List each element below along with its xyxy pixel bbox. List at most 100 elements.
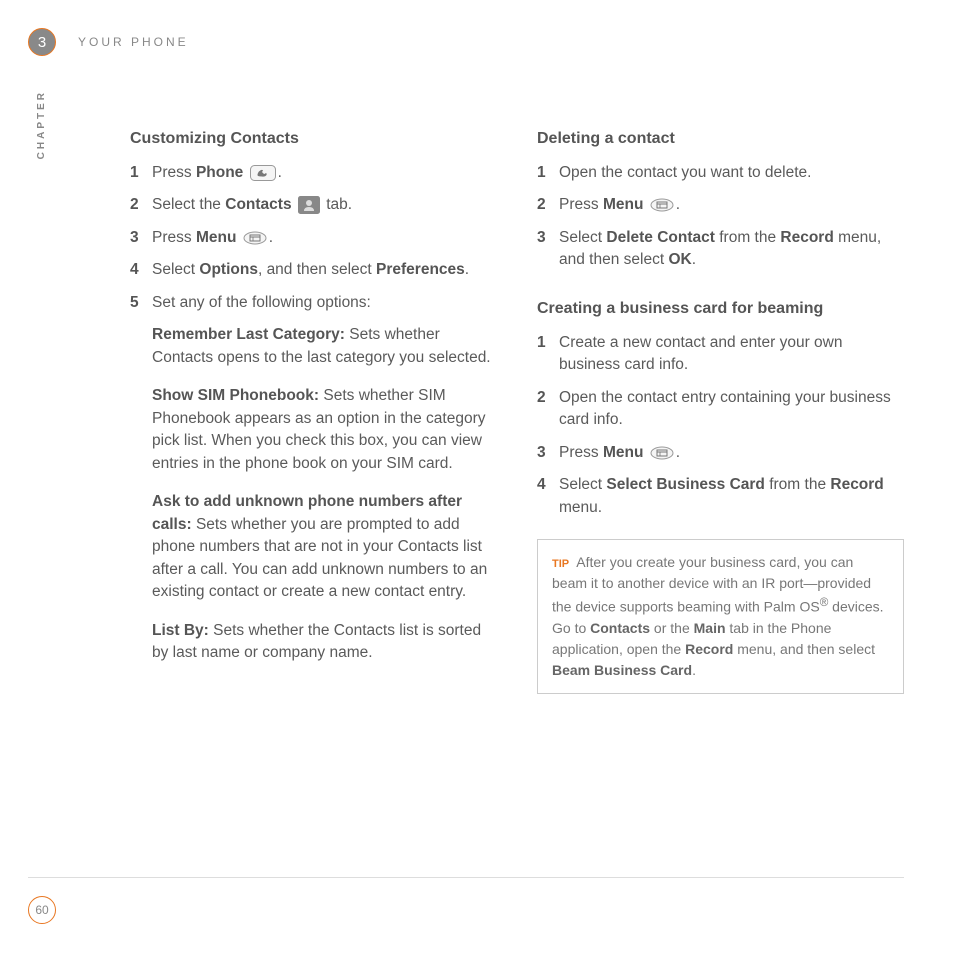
step-number: 3 — [130, 227, 152, 249]
step-number: 2 — [537, 194, 559, 216]
beam-step-3: 3 Press Menu . — [537, 442, 904, 464]
registered-mark: ® — [820, 596, 829, 609]
beam-step-4: 4 Select Select Business Card from the R… — [537, 474, 904, 519]
text: menu. — [559, 499, 602, 516]
tip-text: or the — [650, 620, 694, 636]
step-3: 3 Press Menu . — [130, 227, 497, 249]
heading-deleting-contact: Deleting a contact — [537, 130, 904, 148]
menu-button-icon — [650, 198, 674, 212]
bold-text: Phone — [196, 164, 243, 181]
step-number: 2 — [130, 194, 152, 216]
step-text: Select the Contacts tab. — [152, 194, 497, 216]
bold-text: Main — [694, 620, 726, 636]
bold-text: Beam Business Card — [552, 662, 692, 678]
option-text: Sets whether you are prompted to add pho… — [152, 516, 487, 600]
text: , and then select — [258, 261, 376, 278]
option-list-by: List By: Sets whether the Contacts list … — [152, 620, 497, 665]
tip-text: menu, and then select — [733, 641, 875, 657]
step-number: 5 — [130, 292, 152, 314]
option-ask-unknown-numbers: Ask to add unknown phone numbers after c… — [152, 491, 497, 603]
step-5: 5 Set any of the following options: — [130, 292, 497, 314]
step-text: Press Menu . — [559, 194, 904, 216]
step-text: Set any of the following options: — [152, 292, 497, 314]
step-number: 2 — [537, 387, 559, 432]
text: . — [278, 164, 282, 181]
text: tab. — [326, 196, 352, 213]
text: Select — [152, 261, 199, 278]
text: Press — [152, 164, 196, 181]
beam-step-1: 1 Create a new contact and enter your ow… — [537, 332, 904, 377]
step-4: 4 Select Options, and then select Prefer… — [130, 259, 497, 281]
contacts-tab-icon — [298, 196, 320, 214]
text: Select — [559, 229, 606, 246]
bold-text: Record — [830, 476, 883, 493]
left-column: Customizing Contacts 1 Press Phone . 2 S… — [130, 130, 497, 694]
step-text: Select Select Business Card from the Rec… — [559, 474, 904, 519]
text — [243, 164, 247, 181]
tip-text: . — [692, 662, 696, 678]
text: . — [269, 229, 273, 246]
heading-customizing-contacts: Customizing Contacts — [130, 130, 497, 148]
option-remember-last-category: Remember Last Category: Sets whether Con… — [152, 324, 497, 369]
step-text: Select Options, and then select Preferen… — [152, 259, 497, 281]
bold-text: Contacts — [590, 620, 650, 636]
text: Select the — [152, 196, 225, 213]
beam-step-2: 2 Open the contact entry containing your… — [537, 387, 904, 432]
option-label: List By: — [152, 622, 209, 639]
text: . — [692, 251, 696, 268]
step-text: Open the contact entry containing your b… — [559, 387, 904, 432]
chapter-vertical-label: CHAPTER — [36, 90, 47, 159]
text: from the — [765, 476, 830, 493]
bold-text: Preferences — [376, 261, 465, 278]
text — [643, 196, 647, 213]
page-header: 3 YOUR PHONE — [28, 28, 189, 56]
text — [236, 229, 240, 246]
step-text: Press Menu . — [559, 442, 904, 464]
bold-text: Menu — [603, 444, 643, 461]
step-text: Open the contact you want to delete. — [559, 162, 904, 184]
delete-step-1: 1 Open the contact you want to delete. — [537, 162, 904, 184]
bold-text: Menu — [603, 196, 643, 213]
tip-label: TIP — [552, 558, 569, 570]
content-area: Customizing Contacts 1 Press Phone . 2 S… — [130, 130, 904, 694]
text: . — [676, 196, 680, 213]
page-footer: 60 — [28, 877, 904, 924]
bold-text: Record — [685, 641, 733, 657]
option-show-sim-phonebook: Show SIM Phonebook: Sets whether SIM Pho… — [152, 385, 497, 475]
chapter-number-badge: 3 — [28, 28, 56, 56]
step-number: 1 — [537, 332, 559, 377]
text: . — [676, 444, 680, 461]
step-1: 1 Press Phone . — [130, 162, 497, 184]
delete-step-2: 2 Press Menu . — [537, 194, 904, 216]
step-text: Press Menu . — [152, 227, 497, 249]
step-number: 1 — [130, 162, 152, 184]
bold-text: Options — [199, 261, 258, 278]
menu-button-icon — [650, 446, 674, 460]
phone-button-icon — [250, 165, 276, 181]
header-section-title: YOUR PHONE — [78, 35, 189, 49]
bold-text: OK — [668, 251, 691, 268]
text: Press — [559, 444, 603, 461]
text: Press — [152, 229, 196, 246]
step-number: 3 — [537, 227, 559, 272]
step-number: 4 — [537, 474, 559, 519]
text: Select — [559, 476, 606, 493]
tip-box: TIP After you create your business card,… — [537, 539, 904, 694]
delete-step-3: 3 Select Delete Contact from the Record … — [537, 227, 904, 272]
bold-text: Menu — [196, 229, 236, 246]
bold-text: Select Business Card — [606, 476, 765, 493]
step-number: 4 — [130, 259, 152, 281]
bold-text: Contacts — [225, 196, 291, 213]
text — [643, 444, 647, 461]
bold-text: Delete Contact — [606, 229, 715, 246]
option-label: Show SIM Phonebook: — [152, 387, 319, 404]
step-number: 3 — [537, 442, 559, 464]
step-text: Select Delete Contact from the Record me… — [559, 227, 904, 272]
menu-button-icon — [243, 231, 267, 245]
step-2: 2 Select the Contacts tab. — [130, 194, 497, 216]
heading-business-card: Creating a business card for beaming — [537, 300, 904, 318]
right-column: Deleting a contact 1 Open the contact yo… — [537, 130, 904, 694]
step-text: Create a new contact and enter your own … — [559, 332, 904, 377]
text: from the — [715, 229, 780, 246]
step-text: Press Phone . — [152, 162, 497, 184]
